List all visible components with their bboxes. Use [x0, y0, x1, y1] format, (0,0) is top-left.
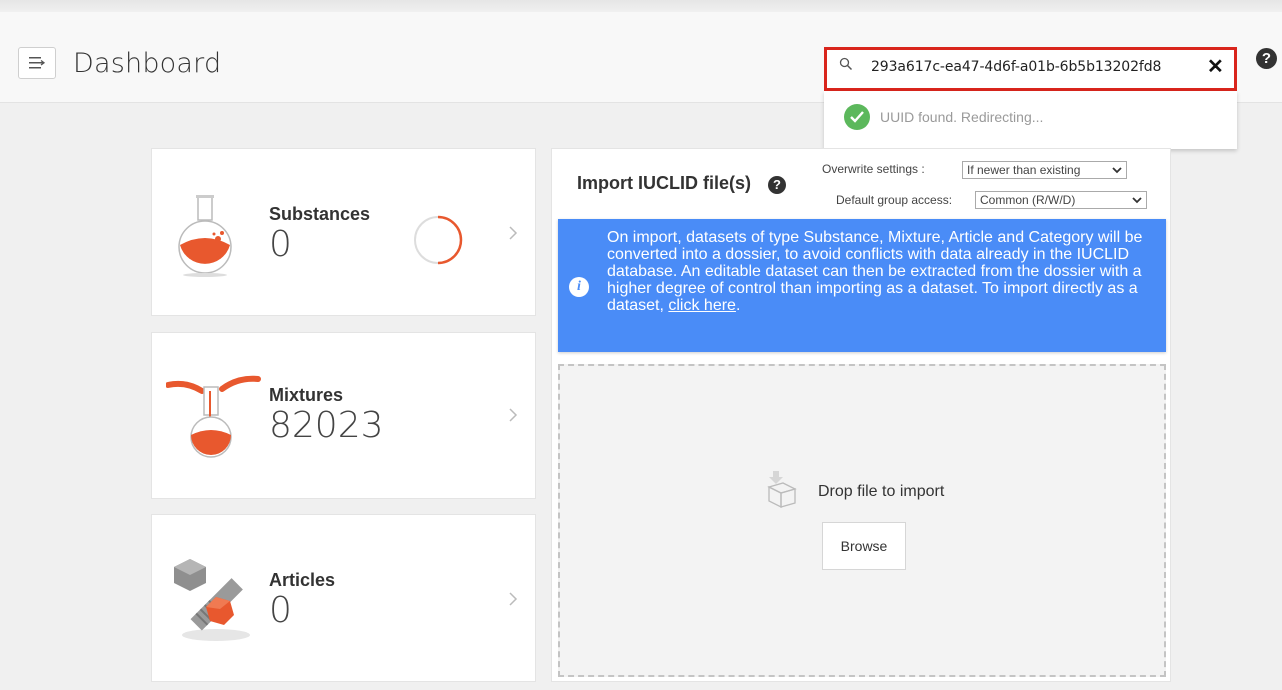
- browse-button[interactable]: Browse: [822, 522, 906, 570]
- search-result-dropdown: UUID found. Redirecting...: [824, 91, 1237, 149]
- click-here-link[interactable]: click here: [668, 297, 736, 314]
- articles-card[interactable]: Articles 0: [151, 514, 536, 682]
- overwrite-settings-value: If newer than existing: [967, 163, 1081, 177]
- search-status-text: UUID found. Redirecting...: [880, 109, 1044, 125]
- flask-icon: [178, 195, 232, 277]
- file-import-icon: [767, 471, 797, 509]
- bolt-nut-icon: [174, 559, 250, 641]
- import-panel: Import IUCLID file(s) ? Overwrite settin…: [551, 148, 1171, 682]
- mixtures-label: Mixtures: [269, 385, 344, 405]
- articles-label: Articles: [269, 570, 336, 590]
- top-shadow: [0, 0, 1282, 12]
- uuid-search-box[interactable]: 293a617c-ea47-4d6f-a01b-6b5b13202fd8 ✕: [824, 47, 1237, 91]
- chevron-right-icon[interactable]: [508, 225, 518, 241]
- loading-spinner-icon: [414, 215, 463, 265]
- chevron-right-icon[interactable]: [508, 407, 518, 423]
- chevron-down-icon: [1132, 197, 1142, 204]
- check-circle-icon: [844, 104, 870, 130]
- help-icon[interactable]: ?: [768, 176, 786, 194]
- import-title: Import IUCLID file(s): [577, 173, 751, 193]
- substances-count: 0: [269, 224, 292, 265]
- menu-icon: [29, 57, 45, 69]
- chevron-down-icon: [1112, 167, 1122, 174]
- overwrite-settings-select[interactable]: If newer than existing: [962, 161, 1127, 179]
- import-info-end: .: [735, 297, 741, 314]
- help-icon[interactable]: ?: [1256, 48, 1277, 69]
- group-access-select[interactable]: Common (R/W/D): [975, 191, 1147, 209]
- import-info-box: i On import, datasets of type Substance,…: [558, 219, 1166, 352]
- mixtures-count: 82023: [269, 405, 384, 446]
- drop-file-text: Drop file to import: [818, 483, 945, 500]
- mixing-flask-icon: [166, 375, 261, 458]
- group-access-label: Default group access:: [836, 193, 953, 207]
- overwrite-settings-label: Overwrite settings :: [822, 162, 925, 176]
- import-info-text: On import, datasets of type Substance, M…: [607, 229, 1147, 314]
- chevron-right-icon[interactable]: [508, 591, 518, 607]
- substances-card[interactable]: Substances 0: [151, 148, 536, 316]
- search-icon: [839, 57, 853, 71]
- file-drop-zone[interactable]: Drop file to import Browse: [558, 364, 1166, 677]
- clear-search-icon[interactable]: ✕: [1207, 54, 1224, 79]
- substances-label: Substances: [269, 204, 371, 224]
- page-title: Dashboard: [73, 48, 222, 79]
- articles-count: 0: [269, 590, 292, 631]
- group-access-value: Common (R/W/D): [980, 193, 1076, 207]
- info-icon: i: [569, 277, 589, 297]
- menu-button[interactable]: [18, 47, 56, 79]
- mixtures-card[interactable]: Mixtures 82023: [151, 332, 536, 499]
- search-input[interactable]: 293a617c-ea47-4d6f-a01b-6b5b13202fd8: [871, 59, 1161, 75]
